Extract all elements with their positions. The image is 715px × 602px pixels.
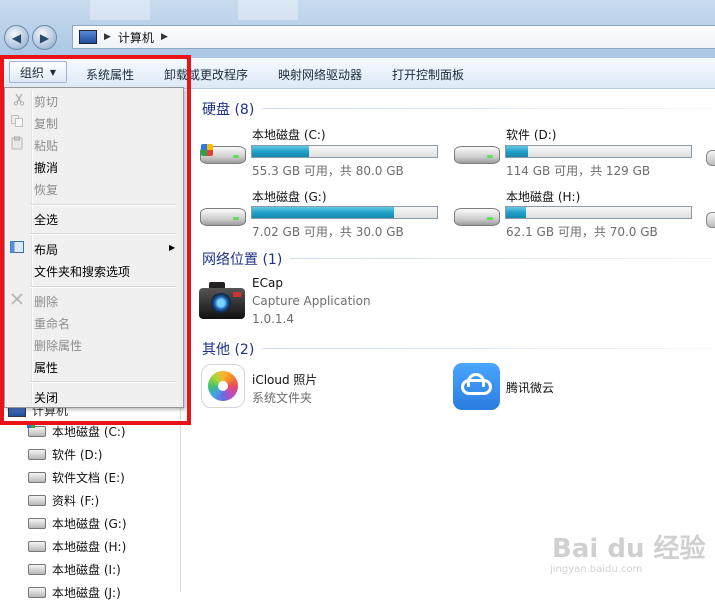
computer-icon <box>79 30 97 44</box>
nav-drive-label: 本地磁盘 (G:) <box>52 516 127 531</box>
system-drive-icon <box>27 421 46 437</box>
drive-icon <box>28 448 46 460</box>
nav-drive-label: 资料 (F:) <box>52 493 100 508</box>
nav-drive-d[interactable]: 软件 (D:) <box>28 444 102 464</box>
nav-drive-i[interactable]: 本地磁盘 (I:) <box>28 559 121 579</box>
drive-icon <box>28 540 46 552</box>
titlebar-glow <box>238 0 298 20</box>
windows-logo-icon <box>201 144 213 156</box>
watermark-brand: Bai du 经验 <box>552 534 706 564</box>
nav-drive-label: 本地磁盘 (C:) <box>52 424 126 439</box>
nav-drive-label: 本地磁盘 (I:) <box>52 562 121 577</box>
nav-drive-label: 本地磁盘 (J:) <box>52 585 121 600</box>
group-divider <box>262 108 712 109</box>
titlebar-glow <box>90 0 150 20</box>
drive-d-name[interactable]: 软件 (D:) <box>506 126 556 143</box>
ecap-version: 1.0.1.4 <box>252 312 294 326</box>
watermark-url: jingyan.baidu.com <box>550 564 643 575</box>
drive-h-name[interactable]: 本地磁盘 (H:) <box>506 188 580 205</box>
back-button[interactable]: ◀ <box>4 25 29 50</box>
group-divider <box>290 258 712 259</box>
drive-c-capacity-bar <box>251 145 438 158</box>
ecap-description: Capture Application <box>252 294 371 308</box>
group-header-network[interactable]: 网络位置 (1) <box>202 249 282 269</box>
hard-drive-icon <box>200 202 246 228</box>
nav-drive-j[interactable]: 本地磁盘 (J:) <box>28 582 121 602</box>
hard-drive-icon <box>454 202 500 228</box>
nav-drive-label: 本地磁盘 (H:) <box>52 539 127 554</box>
drive-d-capacity-bar <box>505 145 692 158</box>
drive-icon <box>28 586 46 598</box>
open-control-panel-button[interactable]: 打开控制面板 <box>392 66 464 83</box>
nav-drive-f[interactable]: 资料 (F:) <box>28 490 99 510</box>
drive-g-capacity-bar <box>251 206 438 219</box>
drive-g-info: 7.02 GB 可用，共 30.0 GB <box>252 225 404 239</box>
highlight-box <box>0 55 191 425</box>
group-header-hard-disks[interactable]: 硬盘 (8) <box>202 99 254 119</box>
nav-drive-label: 软件文档 (E:) <box>52 470 125 485</box>
tencent-weiyun-name[interactable]: 腾讯微云 <box>506 379 554 396</box>
drive-icon <box>28 494 46 506</box>
baidu-watermark: Bai du 经验 jingyan.baidu.com <box>548 520 708 580</box>
icloud-photos-description: 系统文件夹 <box>252 391 313 405</box>
drive-h-capacity-fill <box>506 207 527 218</box>
breadcrumb-chevron-icon[interactable]: ▶ <box>104 32 111 42</box>
drive-c-capacity-fill <box>252 146 310 157</box>
drive-icon <box>28 471 46 483</box>
drive-h-capacity-bar <box>505 206 692 219</box>
drive-c-name[interactable]: 本地磁盘 (C:) <box>252 126 326 143</box>
hard-drive-icon <box>454 140 500 166</box>
icloud-photos-icon <box>201 364 245 408</box>
group-divider <box>262 348 712 349</box>
nav-drive-label: 软件 (D:) <box>52 447 103 462</box>
nav-drive-g[interactable]: 本地磁盘 (G:) <box>28 513 127 533</box>
drive-d-info: 114 GB 可用，共 129 GB <box>506 164 651 178</box>
ecap-name[interactable]: ECap <box>252 276 283 290</box>
drive-c-info: 55.3 GB 可用，共 80.0 GB <box>252 164 404 178</box>
drive-d-capacity-fill <box>506 146 529 157</box>
group-header-other[interactable]: 其他 (2) <box>202 339 254 359</box>
icloud-photos-name[interactable]: iCloud 照片 <box>252 371 317 388</box>
drive-icon <box>28 563 46 575</box>
tencent-weiyun-icon <box>453 363 500 410</box>
window-titlebar: ◀ ▶ ▶ 计算机 ▶ <box>0 0 715 58</box>
hard-drive-icon <box>706 150 715 166</box>
map-network-drive-button[interactable]: 映射网络驱动器 <box>278 66 362 83</box>
drive-icon <box>28 517 46 529</box>
hard-drive-icon <box>706 212 715 228</box>
forward-button[interactable]: ▶ <box>32 25 57 50</box>
nav-drive-h[interactable]: 本地磁盘 (H:) <box>28 536 126 556</box>
drive-g-name[interactable]: 本地磁盘 (G:) <box>252 188 327 205</box>
drive-h-info: 62.1 GB 可用，共 70.0 GB <box>506 225 658 239</box>
drive-g-capacity-fill <box>252 207 395 218</box>
breadcrumb-computer[interactable]: 计算机 <box>118 29 154 46</box>
breadcrumb-chevron-icon[interactable]: ▶ <box>161 32 168 42</box>
nav-drive-e[interactable]: 软件文档 (E:) <box>28 467 125 487</box>
camera-icon <box>199 282 247 322</box>
address-bar[interactable]: ▶ 计算机 ▶ <box>72 25 715 49</box>
